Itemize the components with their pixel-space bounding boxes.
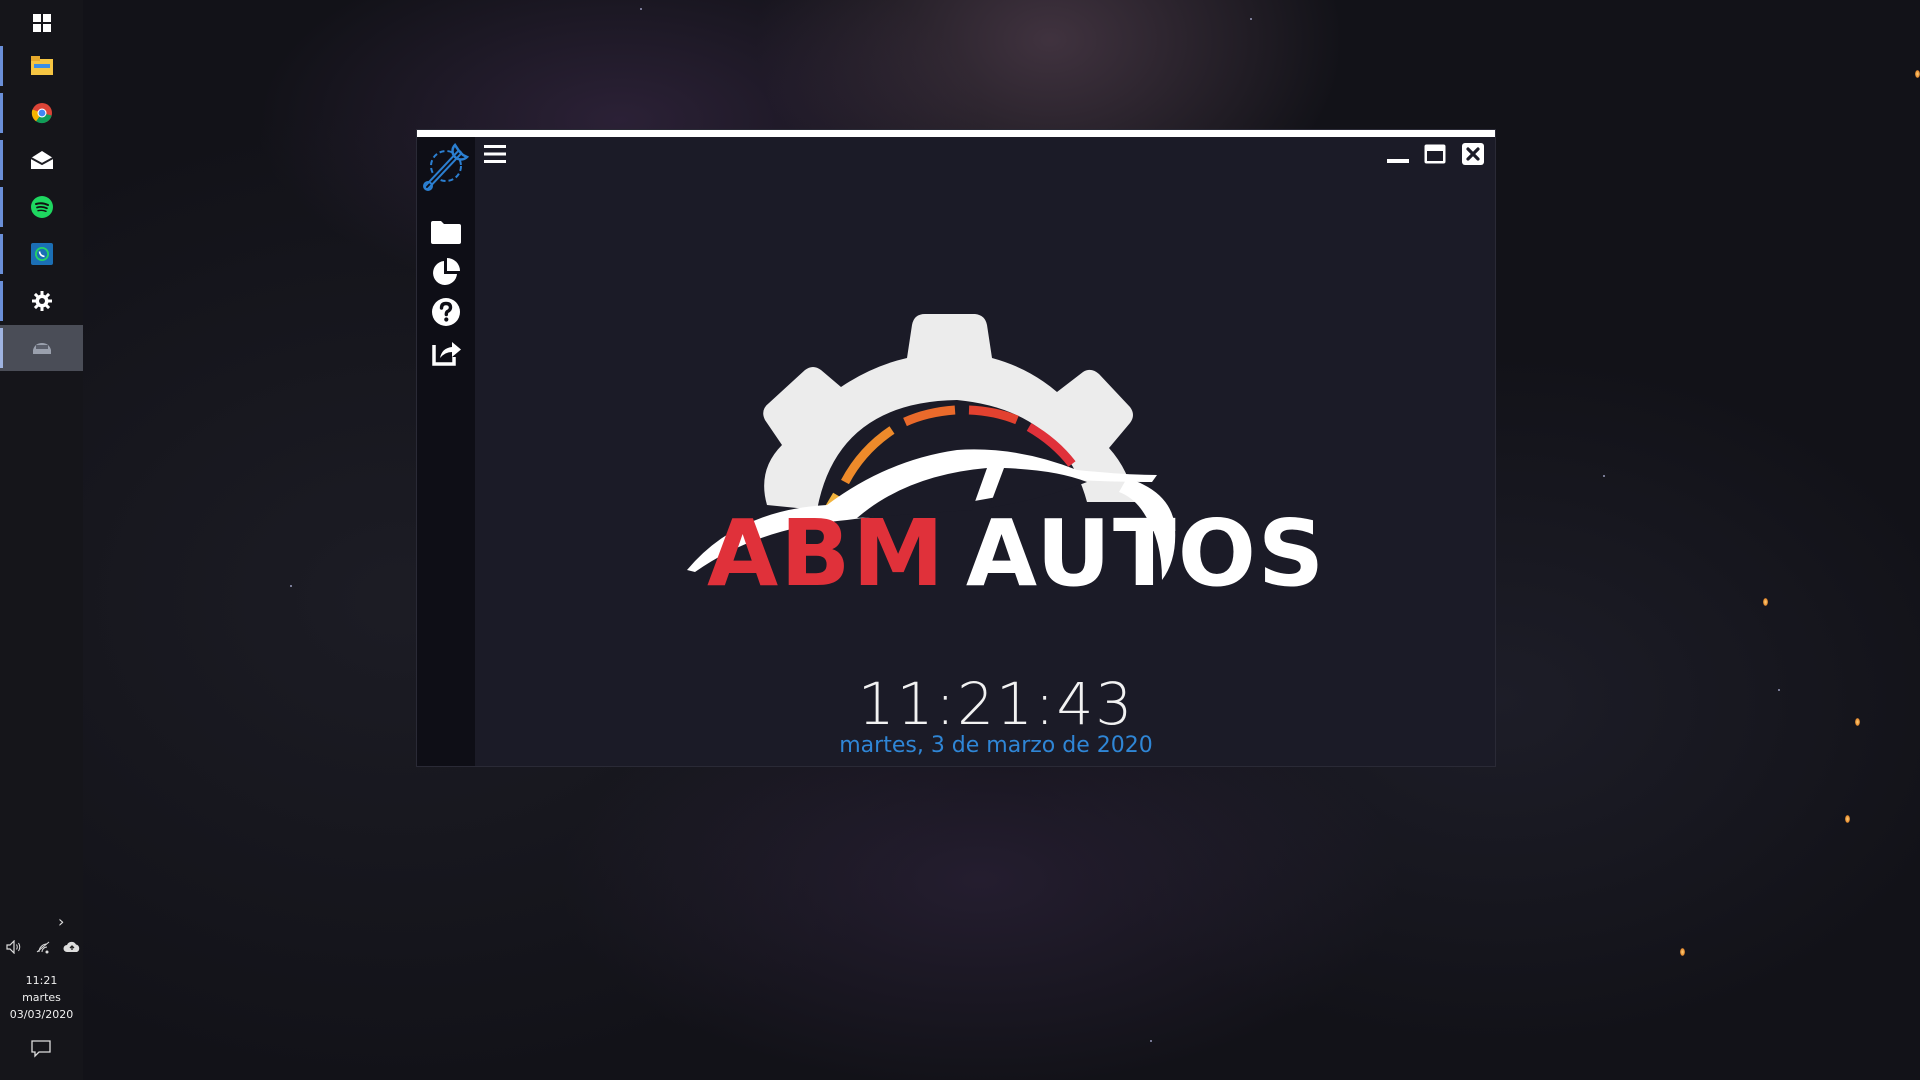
ember [1763, 598, 1768, 606]
taskbar-date: 03/03/2020 [9, 1008, 74, 1021]
folder-icon [431, 220, 461, 248]
pinned-indicator [0, 93, 3, 133]
volume-icon[interactable] [6, 939, 22, 957]
mail-icon [30, 148, 54, 172]
clock-date: martes, 3 de marzo de 2020 [839, 733, 1153, 758]
taskbar-abm-autos[interactable] [0, 325, 83, 371]
active-indicator [0, 328, 3, 368]
minimize-icon [1387, 144, 1409, 168]
star [640, 8, 642, 10]
whatsapp-icon [30, 242, 54, 266]
star [1150, 1040, 1152, 1042]
ember [1845, 815, 1850, 823]
brand-name: ABM AUTOS [707, 500, 1326, 607]
nav-help-button[interactable] [429, 297, 463, 331]
settings-gear-icon [30, 289, 54, 313]
pie-chart-icon [431, 257, 461, 291]
minimize-button[interactable] [1385, 143, 1411, 169]
start-button[interactable] [0, 0, 83, 46]
maximize-button[interactable] [1422, 143, 1448, 169]
close-button[interactable] [1460, 143, 1486, 169]
file-explorer-icon [30, 54, 54, 78]
spotify-icon [30, 195, 54, 219]
ember [1855, 718, 1860, 726]
notification-icon [31, 1040, 51, 1061]
action-center-button[interactable] [31, 1040, 51, 1061]
hamburger-menu-button[interactable] [481, 142, 509, 170]
taskbar-time: 11:21 [25, 974, 58, 987]
taskbar-whatsapp[interactable] [0, 231, 83, 277]
taskbar-file-explorer[interactable] [0, 43, 83, 89]
nav-exit-button[interactable] [429, 337, 463, 371]
taskbar: › 11:21 martes 03/03/2020 [0, 0, 83, 1080]
nav-reports-button[interactable] [429, 257, 463, 291]
help-question-icon [431, 297, 461, 331]
taskbar-settings[interactable] [0, 278, 83, 324]
tray-expand-chevron[interactable]: › [58, 912, 64, 931]
nav-folder-button[interactable] [429, 217, 463, 251]
brand-name-abm: ABM [707, 500, 946, 607]
ember [1915, 70, 1920, 78]
star [1778, 689, 1780, 691]
pinned-indicator [0, 140, 3, 180]
abm-autos-app-icon [30, 336, 54, 360]
network-icon[interactable] [35, 940, 51, 957]
chrome-icon [30, 101, 54, 125]
pinned-indicator [0, 281, 3, 321]
share-export-icon [430, 337, 462, 371]
windows-start-icon [30, 11, 54, 35]
window-title-bar[interactable] [417, 130, 1495, 137]
pinned-indicator [0, 46, 3, 86]
pinned-indicator [0, 234, 3, 274]
hamburger-icon [484, 144, 506, 168]
taskbar-day: martes [22, 991, 61, 1004]
ember [1680, 948, 1685, 956]
star [1250, 18, 1252, 20]
clock-time: 11:21:43 [857, 670, 1135, 738]
wrench-gear-icon [419, 143, 473, 197]
onedrive-cloud-icon[interactable] [63, 941, 81, 956]
abm-autos-window: ABM AUTOS 11:21:43 martes, 3 de marzo de … [417, 130, 1495, 766]
star [1603, 475, 1605, 477]
maximize-icon [1424, 144, 1446, 168]
taskbar-mail[interactable] [0, 137, 83, 183]
pinned-indicator [0, 187, 3, 227]
brand-name-autos: AUTOS [965, 500, 1327, 607]
close-icon [1462, 143, 1484, 169]
star [290, 585, 292, 587]
taskbar-chrome[interactable] [0, 90, 83, 136]
app-logo [419, 139, 473, 193]
taskbar-spotify[interactable] [0, 184, 83, 230]
taskbar-clock[interactable]: 11:21 martes 03/03/2020 [0, 972, 83, 1023]
